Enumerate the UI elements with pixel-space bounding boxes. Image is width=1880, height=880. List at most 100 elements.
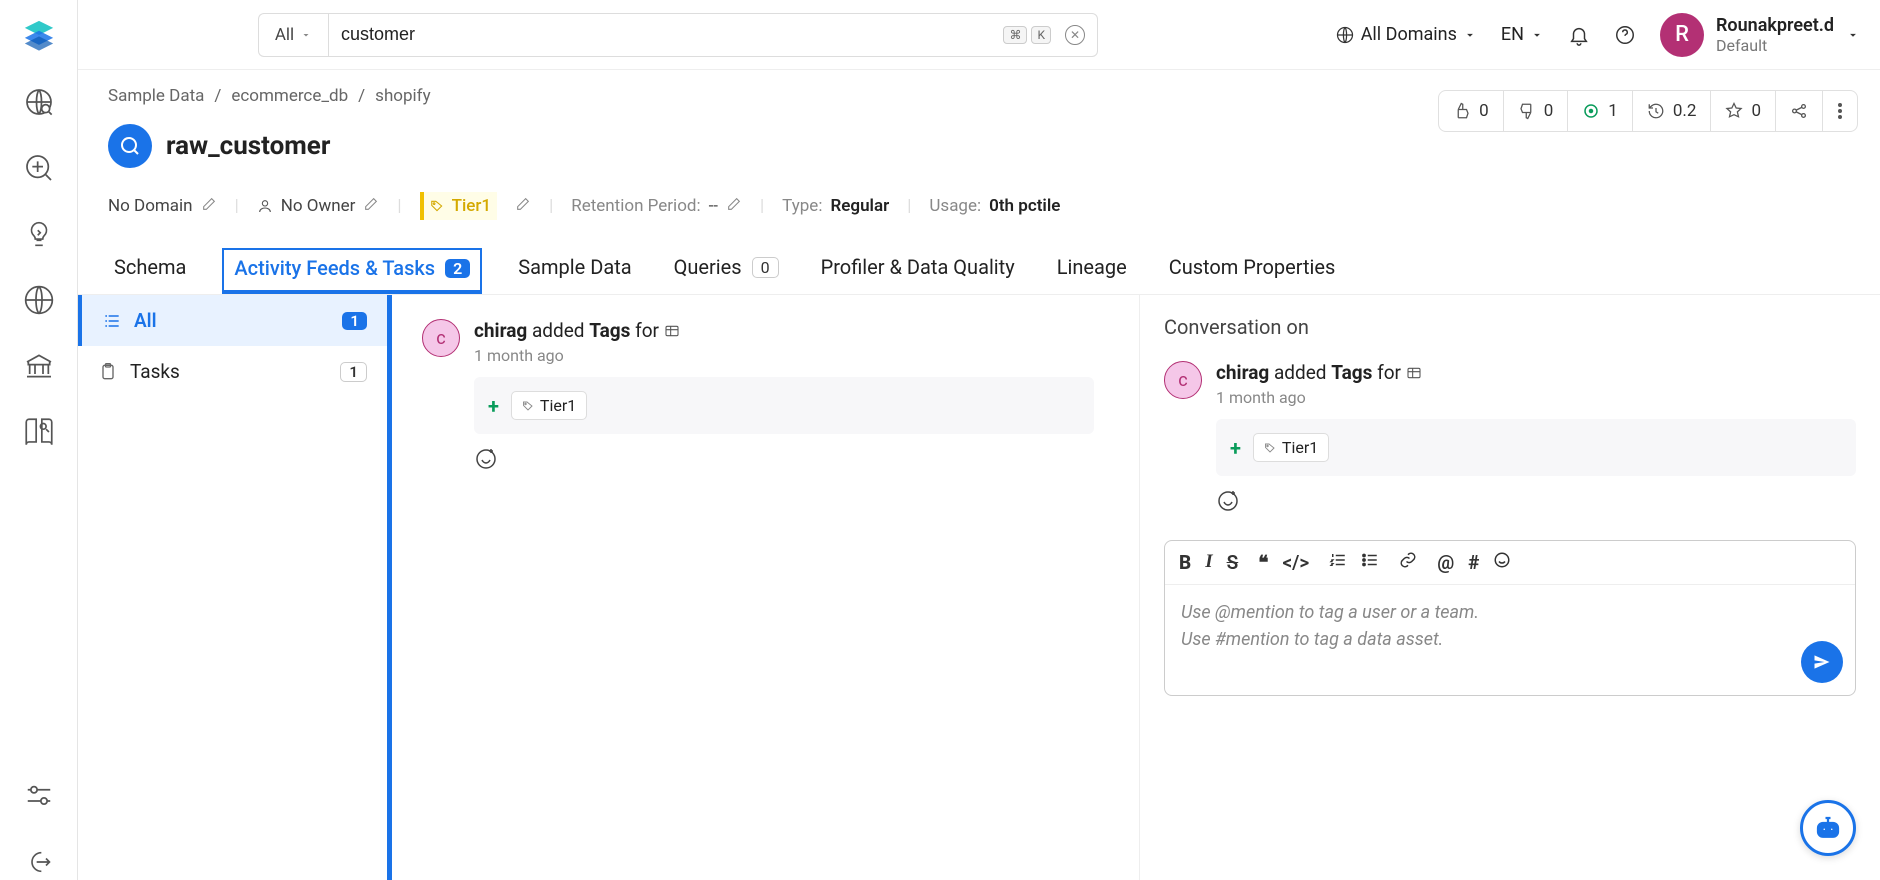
- plus-icon: +: [1230, 436, 1241, 460]
- tests-button[interactable]: 1: [1568, 91, 1633, 131]
- add-reaction-button[interactable]: [474, 446, 1094, 474]
- search-nav-icon[interactable]: [21, 150, 57, 186]
- more-button[interactable]: [1823, 91, 1857, 131]
- convo-headline: chirag added Tags for: [1216, 361, 1856, 384]
- quote-button[interactable]: ❝: [1258, 551, 1268, 574]
- clear-search-icon[interactable]: ✕: [1065, 25, 1085, 45]
- emoji-button[interactable]: [1493, 551, 1511, 574]
- tag-icon: [522, 400, 534, 412]
- bell-icon: [1568, 24, 1590, 46]
- tab-schema[interactable]: Schema: [108, 248, 192, 294]
- code-button[interactable]: </>: [1282, 551, 1309, 574]
- usage-value: 0th pctile: [989, 196, 1060, 216]
- target-icon: [1582, 102, 1600, 120]
- breadcrumb-link[interactable]: Sample Data: [108, 86, 204, 106]
- star-icon: [1725, 102, 1743, 120]
- reply-editor: B I S ❝ </>: [1164, 540, 1856, 696]
- governance-icon[interactable]: [21, 348, 57, 384]
- feed-item: c chirag added Tags for 1 month ago + Ti…: [422, 319, 1109, 474]
- strike-button[interactable]: S: [1227, 551, 1239, 574]
- logout-icon[interactable]: [21, 844, 57, 880]
- settings-icon[interactable]: [21, 778, 57, 814]
- feed-headline: chirag added Tags for: [474, 319, 1094, 342]
- add-reaction-button[interactable]: [1216, 488, 1856, 516]
- bold-button[interactable]: B: [1179, 551, 1191, 574]
- hashtag-button[interactable]: #: [1468, 551, 1479, 574]
- domains-dropdown[interactable]: All Domains: [1335, 24, 1477, 45]
- topbar: All ⌘ K ✕ All Domains EN: [78, 0, 1880, 70]
- edit-domain-button[interactable]: [201, 196, 217, 217]
- explore-icon[interactable]: [21, 84, 57, 120]
- chat-assistant-button[interactable]: [1800, 800, 1856, 856]
- chevron-down-icon: [1846, 28, 1860, 42]
- breadcrumb-link[interactable]: ecommerce_db: [231, 86, 348, 106]
- user-name: Rounakpreet.d: [1716, 15, 1834, 36]
- downvote-button[interactable]: 0: [1504, 91, 1569, 131]
- more-vertical-icon: [1837, 102, 1843, 120]
- notifications-button[interactable]: [1568, 24, 1590, 46]
- tag-icon: [1264, 442, 1276, 454]
- search-scope-dropdown[interactable]: All: [258, 13, 328, 57]
- breadcrumb-link[interactable]: shopify: [375, 86, 430, 106]
- tag-chip: Tier1: [511, 391, 587, 420]
- tab-activity-feeds[interactable]: Activity Feeds & Tasks2: [222, 248, 482, 294]
- sidenav-all[interactable]: All 1: [78, 295, 387, 346]
- chevron-down-icon: [300, 29, 312, 41]
- upvote-button[interactable]: 0: [1439, 91, 1504, 131]
- unordered-list-button[interactable]: [1361, 551, 1379, 574]
- type-label: Type:: [782, 196, 822, 216]
- domains-label: All Domains: [1361, 24, 1457, 45]
- convo-time: 1 month ago: [1216, 388, 1856, 407]
- globe-icon[interactable]: [21, 282, 57, 318]
- list-icon: [102, 311, 122, 331]
- table-icon: [664, 323, 680, 339]
- share-button[interactable]: [1776, 91, 1823, 131]
- feed-time: 1 month ago: [474, 346, 1094, 365]
- clipboard-icon: [98, 362, 118, 382]
- tab-lineage[interactable]: Lineage: [1051, 248, 1133, 294]
- table-type-icon: [108, 124, 152, 168]
- retention-value: --: [709, 196, 718, 216]
- left-nav-rail: [0, 0, 78, 880]
- help-button[interactable]: [1614, 24, 1636, 46]
- star-button[interactable]: 0: [1711, 91, 1776, 131]
- sidenav-tasks[interactable]: Tasks 1: [78, 346, 387, 397]
- app-logo[interactable]: [20, 16, 58, 54]
- insights-icon[interactable]: [21, 216, 57, 252]
- italic-button[interactable]: I: [1205, 551, 1212, 574]
- owner-value: No Owner: [281, 196, 356, 216]
- feed-tag-box: + Tier1: [474, 377, 1094, 434]
- bot-icon: [1813, 813, 1843, 843]
- history-icon: [1647, 102, 1665, 120]
- edit-retention-button[interactable]: [726, 196, 742, 217]
- language-label: EN: [1501, 24, 1524, 45]
- user-icon: [257, 198, 273, 214]
- send-button[interactable]: [1801, 641, 1843, 683]
- search-scope-label: All: [275, 25, 294, 45]
- user-role: Default: [1716, 36, 1834, 55]
- tab-queries[interactable]: Queries0: [668, 248, 785, 294]
- help-icon: [1614, 24, 1636, 46]
- tab-profiler[interactable]: Profiler & Data Quality: [815, 248, 1021, 294]
- version-button[interactable]: 0.2: [1633, 91, 1712, 131]
- language-dropdown[interactable]: EN: [1501, 24, 1544, 45]
- edit-owner-button[interactable]: [363, 196, 379, 217]
- activity-feed: c chirag added Tags for 1 month ago + Ti…: [387, 295, 1140, 880]
- user-menu[interactable]: R Rounakpreet.d Default: [1660, 13, 1860, 57]
- tier-pill: Tier1: [420, 192, 497, 220]
- thumbs-up-icon: [1453, 102, 1471, 120]
- edit-tier-button[interactable]: [515, 196, 531, 217]
- mention-button[interactable]: @: [1437, 551, 1454, 574]
- tab-custom-props[interactable]: Custom Properties: [1163, 248, 1342, 294]
- editor-toolbar: B I S ❝ </>: [1165, 541, 1855, 585]
- chevron-down-icon: [1530, 28, 1544, 42]
- editor-textarea[interactable]: Use @mention to tag a user or a team. Us…: [1165, 585, 1855, 695]
- link-button[interactable]: [1399, 551, 1417, 574]
- conversation-title: Conversation on: [1164, 315, 1856, 339]
- tab-sample-data[interactable]: Sample Data: [512, 248, 637, 294]
- usage-label: Usage:: [929, 196, 981, 216]
- ordered-list-button[interactable]: [1329, 551, 1347, 574]
- table-icon: [1406, 365, 1422, 381]
- glossary-icon[interactable]: [21, 414, 57, 450]
- search-input[interactable]: [341, 24, 999, 45]
